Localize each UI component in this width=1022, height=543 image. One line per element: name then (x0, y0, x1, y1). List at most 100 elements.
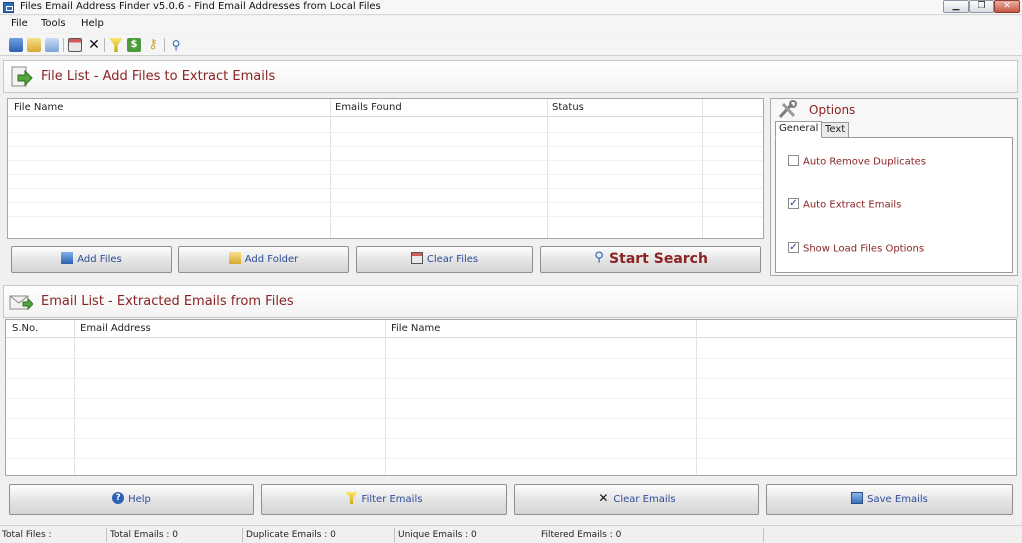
title-bar: Files Email Address Finder v5.0.6 - Find… (0, 0, 1022, 15)
email-icon (9, 295, 33, 311)
show-load-files-options-label: Show Load Files Options (803, 243, 925, 255)
status-separator (106, 528, 107, 542)
status-bar: Total Files : Total Emails : 0 Duplicate… (0, 525, 1022, 543)
column-status[interactable]: Status (552, 102, 584, 113)
status-separator (394, 528, 395, 542)
option-auto-remove-duplicates[interactable]: Auto Remove Duplicates (788, 155, 926, 168)
add-folder-icon[interactable] (27, 38, 41, 52)
filter-emails-label: Filter Emails (361, 494, 423, 505)
grid-row-line (8, 132, 763, 133)
column-sno[interactable]: S.No. (12, 323, 38, 334)
add-files-button[interactable]: Add Files (11, 246, 172, 273)
file-list-grid[interactable]: File Name Emails Found Status (7, 98, 764, 239)
add-folder-label: Add Folder (244, 254, 299, 265)
grid-row-line (8, 188, 763, 189)
grid-row-line (8, 146, 763, 147)
add-files-icon (61, 252, 74, 264)
email-list-header: Email List - Extracted Emails from Files (3, 285, 1018, 318)
clear-emails-button[interactable]: ✕ Clear Emails (514, 484, 759, 515)
toolbar-separator (63, 38, 64, 52)
close-button[interactable]: ✕ (994, 0, 1020, 13)
grid-divider (330, 99, 331, 238)
status-separator (763, 528, 764, 542)
money-icon[interactable]: $ (127, 38, 141, 52)
add-folder-button[interactable]: Add Folder (178, 246, 349, 273)
menu-file[interactable]: File (11, 18, 28, 29)
key-icon[interactable]: ⚷ (146, 38, 160, 52)
show-load-files-options-checkbox[interactable]: ✓ (788, 242, 799, 253)
option-auto-extract-emails[interactable]: ✓ Auto Extract Emails (788, 198, 902, 211)
status-total-files: Total Files : (2, 530, 52, 540)
grid-row-line (8, 216, 763, 217)
grid-row-line (8, 202, 763, 203)
start-search-button[interactable]: ⚲ Start Search (540, 246, 761, 273)
menu-help[interactable]: Help (81, 18, 104, 29)
maximize-button[interactable]: ❐ (969, 0, 994, 13)
minimize-button[interactable]: ▁ (943, 0, 969, 13)
help-button[interactable]: ? Help (9, 484, 254, 515)
copy-icon[interactable] (45, 38, 59, 52)
save-icon (851, 492, 864, 504)
general-tab-content: Auto Remove Duplicates ✓ Auto Extract Ema… (775, 137, 1013, 273)
help-icon: ? (112, 492, 125, 504)
grid-row-line (8, 160, 763, 161)
filter-emails-button[interactable]: Filter Emails (261, 484, 507, 515)
add-files-label: Add Files (77, 254, 122, 265)
options-title: Options (809, 103, 856, 117)
grid-row-line (6, 358, 1016, 359)
window-title: Files Email Address Finder v5.0.6 - Find… (20, 1, 381, 12)
filter-icon (345, 492, 358, 504)
grid-divider (547, 99, 548, 238)
option-show-load-files-options[interactable]: ✓ Show Load Files Options (788, 242, 925, 255)
column-emails-found[interactable]: Emails Found (335, 102, 402, 113)
add-files-icon[interactable] (9, 38, 23, 52)
menu-tools[interactable]: Tools (41, 18, 66, 29)
email-list-grid-header: S.No. Email Address File Name (6, 320, 1016, 338)
status-total-emails: Total Emails : 0 (110, 530, 179, 540)
tools-icon (778, 100, 797, 119)
tab-text[interactable]: Text (821, 122, 850, 138)
clear-files-button[interactable]: Clear Files (356, 246, 533, 273)
clear-emails-label: Clear Emails (613, 494, 676, 505)
toolbar: ✕ $ ⚷ ⚲ (0, 34, 1022, 56)
filter-icon[interactable] (109, 38, 123, 52)
grid-row-line (6, 418, 1016, 419)
menu-bar: File Tools Help (0, 16, 1022, 33)
auto-remove-duplicates-checkbox[interactable] (788, 155, 799, 166)
clear-icon: ✕ (598, 491, 609, 505)
clear-files-label: Clear Files (426, 254, 479, 265)
column-file-name[interactable]: File Name (14, 102, 63, 113)
auto-extract-emails-label: Auto Extract Emails (803, 199, 902, 211)
grid-divider (702, 99, 703, 238)
file-list-icon (11, 66, 33, 87)
grid-row-line (6, 378, 1016, 379)
toolbar-separator (104, 38, 105, 52)
grid-row-line (6, 438, 1016, 439)
file-list-title: File List - Add Files to Extract Emails (41, 69, 276, 84)
grid-row-line (8, 174, 763, 175)
start-search-label: Start Search (609, 251, 708, 267)
grid-row-line (6, 398, 1016, 399)
help-label: Help (128, 494, 151, 505)
tab-general[interactable]: General (775, 121, 823, 138)
status-filtered-emails: Filtered Emails : 0 (541, 530, 622, 540)
window-icon[interactable] (68, 38, 82, 52)
delete-icon[interactable]: ✕ (87, 38, 101, 52)
app-icon (3, 2, 14, 13)
column-email-address[interactable]: Email Address (80, 323, 151, 334)
column-file-name[interactable]: File Name (391, 323, 440, 334)
search-icon[interactable]: ⚲ (169, 38, 183, 52)
auto-extract-emails-checkbox[interactable]: ✓ (788, 198, 799, 209)
options-panel: Options General Text Auto Remove Duplica… (770, 98, 1018, 276)
toolbar-separator (164, 38, 165, 52)
email-list-grid[interactable]: S.No. Email Address File Name (5, 319, 1017, 476)
grid-row-line (6, 458, 1016, 459)
status-separator (242, 528, 243, 542)
save-emails-label: Save Emails (867, 494, 928, 505)
file-list-grid-header: File Name Emails Found Status (8, 99, 763, 117)
save-emails-button[interactable]: Save Emails (766, 484, 1013, 515)
search-icon: ⚲ (594, 250, 604, 265)
folder-icon (228, 252, 241, 264)
status-unique-emails: Unique Emails : 0 (398, 530, 477, 540)
file-list-header: File List - Add Files to Extract Emails (3, 60, 1018, 93)
